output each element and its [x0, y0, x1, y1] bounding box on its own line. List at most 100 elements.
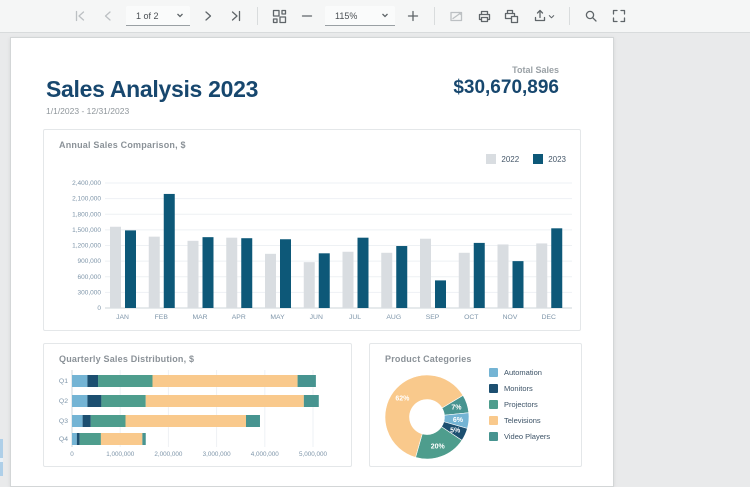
svg-text:NOV: NOV	[503, 314, 518, 321]
product-categories-chart: 7%6%5%20%62%	[370, 344, 583, 467]
export-icon	[533, 9, 547, 23]
legend-swatch	[489, 384, 498, 393]
svg-text:Q1: Q1	[59, 378, 68, 385]
chevron-down-icon	[176, 11, 184, 21]
svg-text:AUG: AUG	[386, 314, 401, 321]
toolbar-separator	[569, 7, 570, 25]
page-number-value: 1 of 2	[136, 11, 159, 21]
last-page-button[interactable]	[224, 4, 248, 28]
viewer-toolbar: 1 of 2 115%	[0, 0, 750, 33]
chevron-down-icon	[548, 7, 555, 25]
svg-text:Q2: Q2	[59, 398, 68, 405]
svg-text:6%: 6%	[453, 417, 464, 424]
search-button[interactable]	[579, 4, 603, 28]
legend-item-projectors: Projectors	[489, 400, 550, 409]
svg-text:2,400,000: 2,400,000	[72, 180, 101, 187]
chevron-right-icon	[201, 9, 215, 23]
svg-text:1,200,000: 1,200,000	[72, 243, 101, 250]
full-screen-button[interactable]	[607, 4, 631, 28]
svg-text:FEB: FEB	[155, 314, 169, 321]
svg-text:Q4: Q4	[59, 436, 68, 443]
svg-text:MAR: MAR	[192, 314, 207, 321]
edit-report-button[interactable]	[444, 4, 468, 28]
total-sales-value: $30,670,896	[453, 77, 559, 99]
annual-sales-chart: 0 300,000 600,000 900,000 1,200,000 1,500,000…	[44, 130, 582, 331]
report-date-range: 1/1/2023 - 12/31/2023	[46, 106, 129, 116]
printer-icon	[477, 9, 492, 24]
svg-text:3,000,000: 3,000,000	[203, 451, 232, 458]
page-title: Sales Analysis 2023	[46, 76, 258, 103]
product-categories-panel: Product Categories 7%6%5%20%62% Automati…	[369, 343, 582, 467]
svg-text:300,000: 300,000	[78, 289, 102, 296]
legend-label: Televisions	[504, 416, 541, 425]
product-categories-legend: Automation Monitors Projectors Televisions V…	[489, 368, 550, 441]
plus-icon	[406, 9, 420, 23]
last-page-icon	[229, 9, 243, 23]
legend-label: Projectors	[504, 400, 538, 409]
toolbar-separator	[257, 7, 258, 25]
svg-text:900,000: 900,000	[78, 258, 102, 265]
chevron-left-icon	[101, 9, 115, 23]
svg-text:5,000,000: 5,000,000	[299, 451, 328, 458]
svg-text:2,100,000: 2,100,000	[72, 196, 101, 203]
export-button[interactable]	[528, 4, 560, 28]
side-panel-strip[interactable]	[0, 439, 3, 476]
svg-text:1,500,000: 1,500,000	[72, 227, 101, 234]
svg-text:2,000,000: 2,000,000	[154, 451, 183, 458]
svg-text:1,000,000: 1,000,000	[106, 451, 135, 458]
quarterly-sales-panel: Quarterly Sales Distribution, $ 01,000,0…	[43, 343, 352, 467]
print-page-button[interactable]	[500, 4, 524, 28]
first-page-button[interactable]	[68, 4, 92, 28]
document-canvas: Sales Analysis 2023 1/1/2023 - 12/31/202…	[0, 33, 750, 476]
chevron-down-icon	[381, 11, 389, 21]
total-sales-label: Total Sales	[453, 65, 559, 75]
legend-swatch	[489, 416, 498, 425]
svg-text:DEC: DEC	[542, 314, 556, 321]
next-page-button[interactable]	[196, 4, 220, 28]
legend-item-video-players: Video Players	[489, 432, 550, 441]
svg-text:JUN: JUN	[310, 314, 323, 321]
svg-text:7%: 7%	[451, 405, 462, 412]
previous-page-button[interactable]	[96, 4, 120, 28]
svg-text:APR: APR	[232, 314, 246, 321]
legend-item-automation: Automation	[489, 368, 550, 377]
svg-text:SEP: SEP	[426, 314, 440, 321]
first-page-icon	[73, 9, 87, 23]
svg-text:1,800,000: 1,800,000	[72, 211, 101, 218]
zoom-level-value: 115%	[335, 11, 357, 21]
minus-icon	[300, 9, 314, 23]
total-sales-block: Total Sales $30,670,896	[453, 65, 559, 99]
legend-item-televisions: Televisions	[489, 416, 550, 425]
printer-page-icon	[504, 9, 520, 24]
page-layout-icon	[272, 9, 287, 24]
quarterly-sales-chart: 0 1,000,000 2,000,000 3,000,000 4,000,000 5,0…	[44, 344, 353, 467]
search-icon	[584, 9, 598, 23]
legend-swatch	[489, 432, 498, 441]
legend-swatch	[489, 400, 498, 409]
legend-swatch	[489, 368, 498, 377]
legend-label: Video Players	[504, 432, 550, 441]
page-number-select[interactable]: 1 of 2	[126, 6, 190, 26]
svg-text:20%: 20%	[431, 444, 446, 451]
toolbar-separator	[434, 7, 435, 25]
svg-text:4,000,000: 4,000,000	[251, 451, 280, 458]
print-button[interactable]	[472, 4, 496, 28]
legend-label: Monitors	[504, 384, 533, 393]
full-screen-icon	[612, 9, 626, 23]
zoom-level-select[interactable]: 115%	[325, 6, 395, 26]
page-layout-button[interactable]	[267, 4, 291, 28]
edit-document-icon	[449, 9, 464, 24]
legend-label: Automation	[504, 368, 542, 377]
zoom-in-button[interactable]	[401, 4, 425, 28]
svg-text:0: 0	[97, 305, 101, 312]
svg-text:600,000: 600,000	[78, 274, 102, 281]
svg-text:JAN: JAN	[116, 314, 129, 321]
svg-text:Q3: Q3	[59, 418, 68, 425]
svg-text:OCT: OCT	[464, 314, 478, 321]
legend-item-monitors: Monitors	[489, 384, 550, 393]
svg-text:MAY: MAY	[270, 314, 285, 321]
zoom-out-button[interactable]	[295, 4, 319, 28]
annual-sales-panel: Annual Sales Comparison, $ 20222023 0300…	[43, 129, 581, 331]
svg-text:62%: 62%	[395, 396, 410, 403]
svg-text:0: 0	[70, 451, 74, 458]
